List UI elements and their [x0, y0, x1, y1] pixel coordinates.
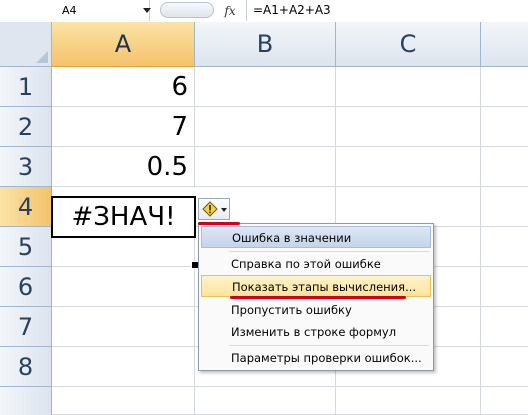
- name-box[interactable]: A4: [0, 0, 150, 21]
- menu-item-error-checking-options[interactable]: Параметры проверки ошибок...: [201, 347, 431, 369]
- warning-icon: [202, 201, 218, 217]
- cell-a3[interactable]: 0.5: [52, 147, 195, 187]
- menu-separator: [229, 251, 429, 252]
- cell-d4[interactable]: [481, 187, 528, 227]
- cell-d8[interactable]: [481, 347, 528, 387]
- cell-c1[interactable]: [336, 67, 481, 107]
- cell-c9[interactable]: [336, 387, 481, 415]
- formula-bar-splitter[interactable]: [160, 2, 214, 18]
- chevron-down-icon[interactable]: [143, 8, 151, 13]
- cell-a5[interactable]: [52, 238, 195, 267]
- row-header-8[interactable]: 8: [0, 347, 52, 387]
- cell-a1[interactable]: 6: [52, 67, 195, 107]
- formula-bar: A4 fx =A1+A2+A3: [0, 0, 528, 23]
- cell-d1[interactable]: [481, 67, 528, 107]
- cell-d3[interactable]: [481, 147, 528, 187]
- cell-a9[interactable]: [52, 387, 195, 415]
- menu-item-show-calculation-steps[interactable]: Показать этапы вычисления...: [201, 275, 431, 297]
- select-all-button[interactable]: [0, 22, 52, 67]
- cell-d9[interactable]: [481, 387, 528, 415]
- row-header-5[interactable]: 5: [0, 227, 52, 267]
- cell-d2[interactable]: [481, 107, 528, 147]
- cell-a4[interactable]: #ЗНАЧ!: [51, 196, 196, 238]
- annotation-underline: [230, 296, 406, 299]
- row-header-9[interactable]: [0, 387, 52, 415]
- cell-c4[interactable]: [336, 187, 481, 227]
- menu-separator: [229, 345, 429, 346]
- fx-icon[interactable]: fx: [220, 1, 240, 21]
- cell-a6[interactable]: [52, 267, 195, 307]
- column-header-c[interactable]: C: [336, 22, 481, 67]
- cell-b1[interactable]: [195, 67, 336, 107]
- formula-input[interactable]: =A1+A2+A3: [246, 0, 331, 21]
- cell-c2[interactable]: [336, 107, 481, 147]
- menu-item-ignore-error[interactable]: Пропустить ошибку: [201, 299, 431, 321]
- error-options-button[interactable]: [198, 198, 230, 220]
- cell-c3[interactable]: [336, 147, 481, 187]
- cell-a7[interactable]: [52, 307, 195, 347]
- row-header-3[interactable]: 3: [0, 147, 52, 187]
- cell-a8[interactable]: [52, 347, 195, 387]
- column-header-d[interactable]: [481, 22, 528, 67]
- menu-header-value-error: Ошибка в значении: [201, 226, 431, 248]
- cell-d6[interactable]: [481, 267, 528, 307]
- menu-item-help[interactable]: Справка по этой ошибке: [201, 253, 431, 275]
- cell-b2[interactable]: [195, 107, 336, 147]
- cell-d7[interactable]: [481, 307, 528, 347]
- cell-b3[interactable]: [195, 147, 336, 187]
- cell-b9[interactable]: [195, 387, 336, 415]
- cell-d5[interactable]: [481, 227, 528, 267]
- row-header-6[interactable]: 6: [0, 267, 52, 307]
- row-header-4[interactable]: 4: [0, 187, 52, 227]
- row-header-1[interactable]: 1: [0, 67, 52, 107]
- column-header-a[interactable]: A: [52, 22, 195, 67]
- name-box-value: A4: [62, 4, 77, 17]
- annotation-underline: [198, 222, 240, 225]
- row-header-2[interactable]: 2: [0, 107, 52, 147]
- column-header-b[interactable]: B: [195, 22, 336, 67]
- cell-a2[interactable]: 7: [52, 107, 195, 147]
- row-header-7[interactable]: 7: [0, 307, 52, 347]
- chevron-down-icon: [221, 208, 227, 212]
- menu-item-edit-in-formula-bar[interactable]: Изменить в строке формул: [201, 321, 431, 343]
